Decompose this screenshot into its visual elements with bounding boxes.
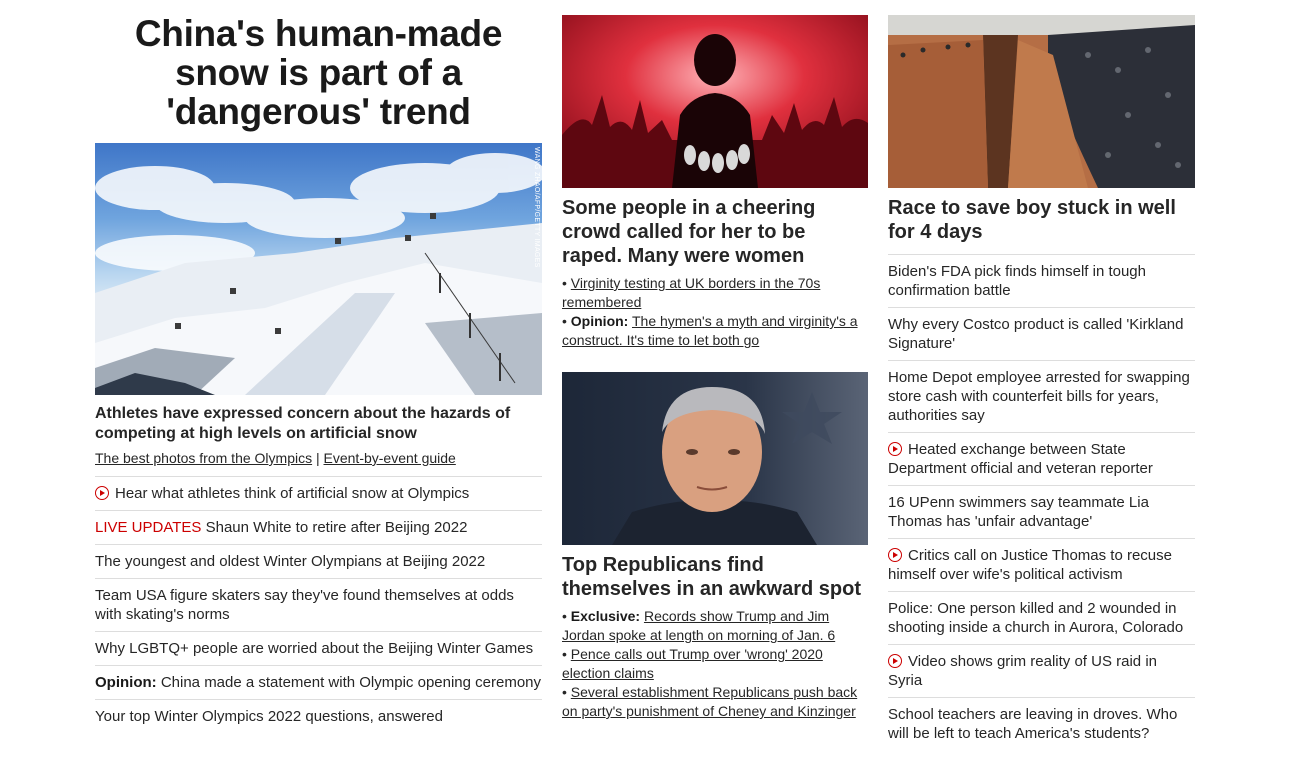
list-item[interactable]: Home Depot employee arrested for swappin… [888,361,1195,433]
main-story-column: China's human-made snow is part of a 'da… [95,0,542,733]
opinion-label: Opinion: [570,313,629,329]
play-video-icon [888,442,902,456]
image-credit: WANG ZHAO/AFP/GETTY IMAGES [533,147,540,268]
list-item-text: Home Depot employee arrested for swappin… [888,369,1190,424]
list-item[interactable]: 16 UPenn swimmers say teammate Lia Thoma… [888,486,1195,539]
list-item-text: Video shows grim reality of US raid in S… [888,653,1157,689]
bullet-item: • Opinion: The hymen's a myth and virgin… [562,313,858,348]
play-video-icon [888,654,902,668]
list-item-text: Biden's FDA pick finds himself in tough … [888,263,1146,299]
list-item[interactable]: Team USA figure skaters say they've foun… [95,579,542,632]
list-item-text: Hear what athletes think of artificial s… [115,485,470,502]
bullet-link[interactable]: Several establishment Republicans push b… [562,684,857,719]
card2-bullets: • Exclusive: Records show Trump and Jim … [562,607,868,721]
portrait-illustration [562,372,868,545]
list-item[interactable]: School teachers are leaving in droves. W… [888,698,1195,750]
play-video-icon [888,548,902,562]
list-item-text: Heated exchange between State Department… [888,441,1153,477]
exclusive-label: Exclusive: [570,608,641,624]
list-item[interactable]: Heated exchange between State Department… [888,433,1195,486]
opinion-label: Opinion: [95,674,157,691]
bullet-item: • Virginity testing at UK borders in the… [562,275,821,310]
list-item-text: China made a statement with Olympic open… [160,674,542,691]
left-headline-list: Hear what athletes think of artificial s… [95,477,542,733]
card-headline-well[interactable]: Race to save boy stuck in well for 4 day… [888,196,1195,255]
bullet-link[interactable]: Virginity testing at UK borders in the 7… [562,275,820,310]
list-item-text: Police: One person killed and 2 wounded … [888,600,1184,636]
hero-image-ski-slope[interactable]: WANG ZHAO/AFP/GETTY IMAGES [95,143,542,395]
list-item-text: Critics call on Justice Thomas to recuse… [888,547,1172,583]
related-links: The best photos from the Olympics | Even… [95,448,542,477]
bullet-link[interactable]: Pence calls out Trump over 'wrong' 2020 … [562,646,823,681]
list-item-text: Your top Winter Olympics 2022 questions,… [95,708,443,725]
silhouette-illustration [562,15,868,188]
card-headline-crowd[interactable]: Some people in a cheering crowd called f… [562,196,868,268]
card-image-silhouette[interactable] [562,15,868,188]
card-headline-republicans[interactable]: Top Republicans find themselves in an aw… [562,553,868,601]
play-video-icon [95,486,109,500]
bullet-item: • Several establishment Republicans push… [562,684,858,719]
list-item-text: Team USA figure skaters say they've foun… [95,587,514,623]
list-item[interactable]: Biden's FDA pick finds himself in tough … [888,255,1195,308]
card1-bullets: • Virginity testing at UK borders in the… [562,274,868,350]
card-image-mccarthy[interactable] [562,372,868,545]
list-item[interactable]: Why every Costco product is called 'Kirk… [888,308,1195,361]
list-item-text: The youngest and oldest Winter Olympians… [95,553,486,570]
list-item-text: 16 UPenn swimmers say teammate Lia Thoma… [888,494,1149,530]
list-item-text: Why every Costco product is called 'Kirk… [888,316,1184,352]
list-item[interactable]: Hear what athletes think of artificial s… [95,477,542,511]
list-item[interactable]: Why LGBTQ+ people are worried about the … [95,632,542,666]
list-item[interactable]: The youngest and oldest Winter Olympians… [95,545,542,579]
olympics-photos-link[interactable]: The best photos from the Olympics [95,450,312,466]
list-item[interactable]: Police: One person killed and 2 wounded … [888,592,1195,645]
list-item[interactable]: Your top Winter Olympics 2022 questions,… [95,700,542,733]
list-item-text: Shaun White to retire after Beijing 2022 [205,519,468,536]
list-item-text: Why LGBTQ+ people are worried about the … [95,640,534,657]
rescue-site-illustration [888,15,1195,188]
live-updates-label: LIVE UPDATES [95,519,202,536]
event-guide-link[interactable]: Event-by-event guide [324,450,456,466]
list-item[interactable]: Critics call on Justice Thomas to recuse… [888,539,1195,592]
main-subheadline[interactable]: Athletes have expressed concern about th… [95,404,542,444]
list-item[interactable]: Video shows grim reality of US raid in S… [888,645,1195,698]
middle-column: Some people in a cheering crowd called f… [562,0,868,721]
link-separator: | [315,450,320,466]
list-item[interactable]: Opinion: China made a statement with Oly… [95,666,542,700]
snow-slope-illustration [95,153,542,395]
list-item[interactable]: LIVE UPDATES Shaun White to retire after… [95,511,542,545]
right-headline-list: Biden's FDA pick finds himself in tough … [888,255,1195,750]
right-column: Race to save boy stuck in well for 4 day… [888,0,1195,750]
bullet-item: • Exclusive: Records show Trump and Jim … [562,608,836,643]
list-item-text: School teachers are leaving in droves. W… [888,706,1178,742]
card-image-well-rescue[interactable] [888,15,1195,188]
main-headline[interactable]: China's human-made snow is part of a 'da… [95,14,542,131]
bullet-item: • Pence calls out Trump over 'wrong' 202… [562,646,823,681]
